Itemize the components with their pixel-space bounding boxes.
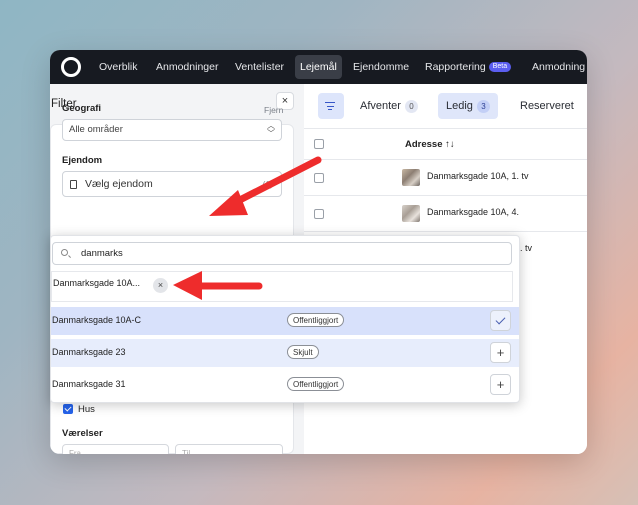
row-address: Danmarksgade 10A, 4.: [427, 207, 520, 217]
nav-item-rapportering[interactable]: Rapportering Beta: [420, 55, 516, 79]
beta-badge: Beta: [488, 62, 512, 73]
hus-checkbox[interactable]: [63, 404, 73, 414]
ejendom-value: Vælg ejendom: [85, 178, 153, 190]
ejendom-count: (1): [262, 179, 273, 189]
building-icon: [70, 180, 77, 189]
geografi-value: Alle områder: [69, 124, 123, 135]
table-row[interactable]: Danmarksgade 10A, 4.: [304, 196, 587, 232]
search-field[interactable]: [52, 242, 512, 265]
select-all-checkbox[interactable]: [314, 139, 324, 149]
table-header: Adresse ↑↓: [304, 128, 587, 160]
tab-ledig[interactable]: Ledig 3: [438, 93, 498, 119]
tab-afventer[interactable]: Afventer 0: [360, 93, 418, 119]
vaerelser-fra-input[interactable]: Fra: [62, 444, 169, 454]
property-thumbnail: [402, 169, 420, 186]
add-option-button[interactable]: +: [490, 374, 511, 395]
nav-item-rapportering-label: Rapportering: [425, 61, 486, 73]
nav-item-ventelister[interactable]: Ventelister: [230, 55, 289, 79]
status-badge: Offentliggjort: [287, 313, 345, 327]
row-address: . tv: [520, 243, 533, 253]
option-label: Danmarksgade 10A-C: [52, 315, 142, 325]
ejendom-dropdown: Danmarksgade 10A... × Danmarksgade 10A-C…: [50, 235, 520, 403]
nav-item-overblik[interactable]: Overblik: [94, 55, 143, 79]
option-danmarksgade-31[interactable]: Danmarksgade 31 Offentliggjort +: [51, 371, 519, 399]
row-address: Danmarksgade 10A, 1. tv: [427, 171, 529, 181]
selected-chip-label: Danmarksgade 10A...: [53, 278, 141, 288]
search-input[interactable]: [81, 245, 481, 262]
geografi-label: Geografi: [62, 103, 102, 114]
top-navigation: Overblik Anmodninger Ventelister Lejemål…: [50, 50, 587, 84]
option-danmarksgade-23[interactable]: Danmarksgade 23 Skjult +: [51, 339, 519, 367]
add-option-button[interactable]: +: [490, 342, 511, 363]
filter-icon: [325, 102, 335, 104]
ejendom-select[interactable]: Vælg ejendom (1): [62, 171, 282, 197]
nav-item-anmodninger[interactable]: Anmodninger: [151, 55, 223, 79]
option-label: Danmarksgade 23: [52, 347, 126, 357]
option-selected-button[interactable]: [490, 310, 511, 331]
filter-toggle-button[interactable]: [318, 93, 344, 119]
nav-item-lejemaal[interactable]: Lejemål: [295, 55, 342, 79]
updown-chevron-icon: ︿ ﹀: [267, 121, 275, 138]
fjern-link[interactable]: Fjern: [264, 105, 283, 115]
tab-ledig-count: 3: [476, 99, 490, 113]
vaerelser-til-input[interactable]: Til: [175, 444, 283, 454]
table-row[interactable]: Danmarksgade 10A, 1. tv: [304, 160, 587, 196]
ejendom-label: Ejendom: [62, 155, 103, 166]
status-badge: Skjult: [287, 345, 319, 359]
hus-label: Hus: [78, 404, 95, 415]
vaerelser-label: Værelser: [62, 428, 103, 439]
app-logo-icon[interactable]: [61, 57, 81, 77]
tab-afventer-count: 0: [404, 99, 418, 113]
remove-chip-button[interactable]: ×: [153, 278, 168, 293]
tab-afventer-label: Afventer: [360, 100, 401, 112]
tab-ledig-label: Ledig: [446, 100, 473, 112]
nav-item-anmodning[interactable]: Anmodning: [527, 55, 587, 79]
row-checkbox[interactable]: [314, 173, 324, 183]
option-label: Danmarksgade 31: [52, 379, 126, 389]
tab-reserveret[interactable]: Reserveret: [520, 93, 574, 119]
status-badge: Offentliggjort: [287, 377, 345, 391]
geografi-select[interactable]: Alle områder ︿ ﹀: [62, 119, 282, 141]
search-icon: [61, 249, 68, 256]
nav-item-ejendomme[interactable]: Ejendomme: [348, 55, 414, 79]
row-checkbox[interactable]: [314, 209, 324, 219]
address-column-header[interactable]: Adresse ↑↓: [405, 139, 455, 150]
option-danmarksgade-10a-c[interactable]: Danmarksgade 10A-C Offentliggjort: [51, 307, 519, 335]
check-icon: [495, 314, 506, 325]
property-thumbnail: [402, 205, 420, 222]
selected-chips: Danmarksgade 10A... ×: [51, 271, 513, 302]
